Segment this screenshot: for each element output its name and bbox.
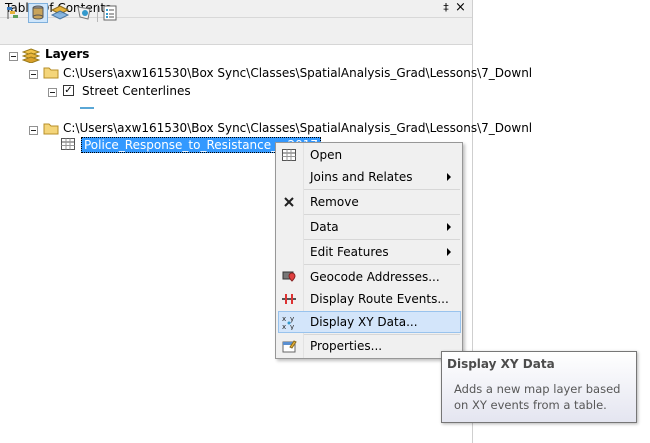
street-centerlines-label[interactable]: Street Centerlines: [82, 84, 191, 98]
panel-title-bar: Table Of Contents: [0, 0, 473, 18]
collapse-street-centerlines-toggle[interactable]: [48, 88, 57, 97]
menu-separator: [304, 334, 460, 335]
close-icon[interactable]: ×: [455, 0, 466, 15]
tooltip-title: Display XY Data: [447, 357, 555, 371]
svg-text:x: x: [282, 323, 286, 330]
list-by-selection-icon[interactable]: [74, 3, 94, 23]
route-events-icon: [281, 291, 297, 307]
options-icon[interactable]: [100, 3, 120, 23]
layers-root-label[interactable]: Layers: [45, 47, 89, 61]
remove-x-icon: [282, 195, 298, 211]
submenu-arrow-icon: [447, 173, 451, 181]
list-by-source-icon[interactable]: [28, 3, 48, 23]
submenu-arrow-icon: [447, 223, 451, 231]
table-icon: [61, 138, 75, 153]
collapse-layers-toggle[interactable]: [9, 52, 18, 61]
menu-item-joins-and-relates[interactable]: Joins and Relates: [310, 170, 413, 184]
menu-item-geocode-addresses[interactable]: Geocode Addresses...: [310, 270, 440, 284]
menu-item-data[interactable]: Data: [310, 220, 339, 234]
menu-separator: [304, 214, 460, 215]
group-2-path[interactable]: C:\Users\axw161530\Box Sync\Classes\Spat…: [63, 121, 532, 135]
menu-separator: [304, 264, 460, 265]
toc-toolbar: [0, 18, 473, 45]
menu-separator: [304, 239, 460, 240]
list-by-visibility-icon[interactable]: [50, 3, 70, 23]
submenu-arrow-icon: [447, 248, 451, 256]
xy-data-icon: xyxy: [281, 314, 297, 331]
geocode-icon: [281, 269, 297, 285]
menu-item-open[interactable]: Open: [310, 148, 342, 162]
svg-text:x: x: [282, 315, 286, 323]
group-1-path[interactable]: C:\Users\axw161530\Box Sync\Classes\Spat…: [63, 66, 532, 80]
layers-icon: [21, 47, 41, 66]
toolbar-separator: [97, 4, 98, 22]
svg-text:y: y: [290, 323, 294, 330]
pin-icon[interactable]: ‡: [441, 1, 451, 14]
folder-icon: [43, 66, 59, 79]
menu-item-display-route-events[interactable]: Display Route Events...: [310, 292, 449, 306]
line-symbol[interactable]: [80, 107, 94, 109]
menu-item-properties[interactable]: Properties...: [310, 339, 382, 353]
menu-item-edit-features[interactable]: Edit Features: [310, 245, 389, 259]
collapse-group-1-toggle[interactable]: [29, 70, 38, 79]
menu-item-remove[interactable]: Remove: [310, 195, 359, 209]
menu-separator: [304, 189, 460, 190]
folder-icon: [43, 122, 59, 135]
collapse-group-2-toggle[interactable]: [29, 126, 38, 135]
table-icon: [281, 147, 297, 163]
svg-text:y: y: [290, 315, 294, 323]
tooltip-description: Adds a new map layer based on XY events …: [454, 382, 621, 412]
properties-icon: [281, 338, 297, 354]
menu-item-display-xy-data[interactable]: Display XY Data...: [310, 315, 418, 329]
list-by-drawing-order-icon[interactable]: [4, 3, 24, 23]
street-centerlines-visibility-checkbox[interactable]: ✓: [63, 85, 74, 96]
